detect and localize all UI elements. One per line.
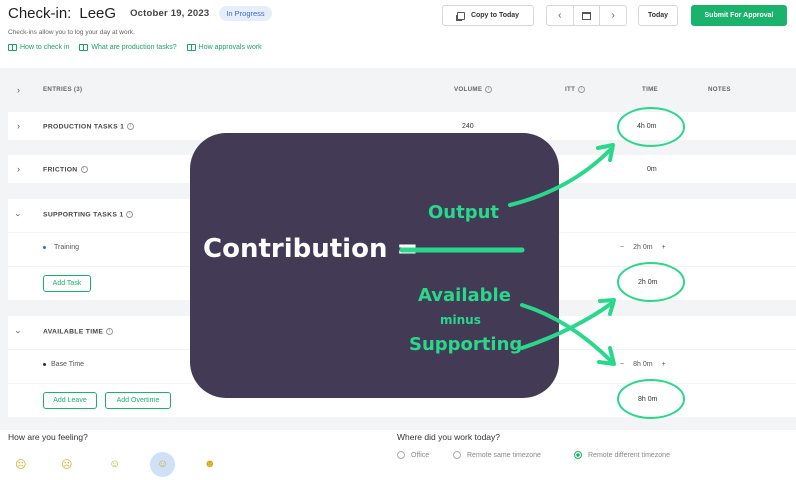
arrow-output	[508, 148, 612, 207]
circle-available-time	[617, 379, 685, 419]
circle-supporting-time	[617, 262, 685, 302]
circle-production-time	[617, 107, 685, 147]
annotation-drawing	[399, 107, 685, 419]
